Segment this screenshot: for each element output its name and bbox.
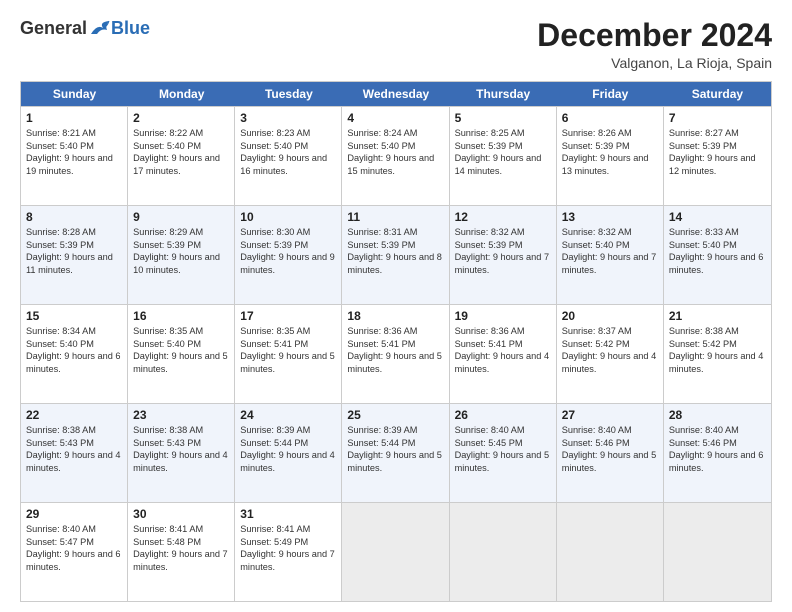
day-18: 18Sunrise: 8:36 AMSunset: 5:41 PMDayligh… [342,305,449,403]
header-thursday: Thursday [450,82,557,106]
day-9: 9Sunrise: 8:29 AMSunset: 5:39 PMDaylight… [128,206,235,304]
header-monday: Monday [128,82,235,106]
day-31: 31Sunrise: 8:41 AMSunset: 5:49 PMDayligh… [235,503,342,601]
header-friday: Friday [557,82,664,106]
day-5: 5Sunrise: 8:25 AMSunset: 5:39 PMDaylight… [450,107,557,205]
day-22: 22Sunrise: 8:38 AMSunset: 5:43 PMDayligh… [21,404,128,502]
day-24: 24Sunrise: 8:39 AMSunset: 5:44 PMDayligh… [235,404,342,502]
day-10: 10Sunrise: 8:30 AMSunset: 5:39 PMDayligh… [235,206,342,304]
day-14: 14Sunrise: 8:33 AMSunset: 5:40 PMDayligh… [664,206,771,304]
day-12: 12Sunrise: 8:32 AMSunset: 5:39 PMDayligh… [450,206,557,304]
day-8: 8Sunrise: 8:28 AMSunset: 5:39 PMDaylight… [21,206,128,304]
day-4: 4Sunrise: 8:24 AMSunset: 5:40 PMDaylight… [342,107,449,205]
day-27: 27Sunrise: 8:40 AMSunset: 5:46 PMDayligh… [557,404,664,502]
day-6: 6Sunrise: 8:26 AMSunset: 5:39 PMDaylight… [557,107,664,205]
day-7: 7Sunrise: 8:27 AMSunset: 5:39 PMDaylight… [664,107,771,205]
calendar-header: Sunday Monday Tuesday Wednesday Thursday… [21,82,771,106]
day-3: 3Sunrise: 8:23 AMSunset: 5:40 PMDaylight… [235,107,342,205]
day-30: 30Sunrise: 8:41 AMSunset: 5:48 PMDayligh… [128,503,235,601]
month-title: December 2024 [537,18,772,53]
logo-bird-icon [89,20,111,38]
day-1: 1Sunrise: 8:21 AMSunset: 5:40 PMDaylight… [21,107,128,205]
calendar-row-4: 22Sunrise: 8:38 AMSunset: 5:43 PMDayligh… [21,403,771,502]
day-26: 26Sunrise: 8:40 AMSunset: 5:45 PMDayligh… [450,404,557,502]
title-block: December 2024 Valganon, La Rioja, Spain [537,18,772,71]
logo: General Blue [20,18,150,39]
empty-cell-3 [557,503,664,601]
day-28: 28Sunrise: 8:40 AMSunset: 5:46 PMDayligh… [664,404,771,502]
location: Valganon, La Rioja, Spain [537,55,772,71]
day-23: 23Sunrise: 8:38 AMSunset: 5:43 PMDayligh… [128,404,235,502]
logo-blue-text: Blue [111,18,150,39]
logo-general-text: General [20,18,87,39]
calendar-row-2: 8Sunrise: 8:28 AMSunset: 5:39 PMDaylight… [21,205,771,304]
calendar-row-3: 15Sunrise: 8:34 AMSunset: 5:40 PMDayligh… [21,304,771,403]
day-29: 29Sunrise: 8:40 AMSunset: 5:47 PMDayligh… [21,503,128,601]
empty-cell-4 [664,503,771,601]
day-20: 20Sunrise: 8:37 AMSunset: 5:42 PMDayligh… [557,305,664,403]
empty-cell-2 [450,503,557,601]
day-21: 21Sunrise: 8:38 AMSunset: 5:42 PMDayligh… [664,305,771,403]
day-15: 15Sunrise: 8:34 AMSunset: 5:40 PMDayligh… [21,305,128,403]
calendar: Sunday Monday Tuesday Wednesday Thursday… [20,81,772,602]
header-wednesday: Wednesday [342,82,449,106]
day-13: 13Sunrise: 8:32 AMSunset: 5:40 PMDayligh… [557,206,664,304]
calendar-row-1: 1Sunrise: 8:21 AMSunset: 5:40 PMDaylight… [21,106,771,205]
empty-cell-1 [342,503,449,601]
header-sunday: Sunday [21,82,128,106]
header-saturday: Saturday [664,82,771,106]
page: General Blue December 2024 Valganon, La … [0,0,792,612]
header: General Blue December 2024 Valganon, La … [20,18,772,71]
day-19: 19Sunrise: 8:36 AMSunset: 5:41 PMDayligh… [450,305,557,403]
day-2: 2Sunrise: 8:22 AMSunset: 5:40 PMDaylight… [128,107,235,205]
day-11: 11Sunrise: 8:31 AMSunset: 5:39 PMDayligh… [342,206,449,304]
day-16: 16Sunrise: 8:35 AMSunset: 5:40 PMDayligh… [128,305,235,403]
header-tuesday: Tuesday [235,82,342,106]
calendar-body: 1Sunrise: 8:21 AMSunset: 5:40 PMDaylight… [21,106,771,601]
day-25: 25Sunrise: 8:39 AMSunset: 5:44 PMDayligh… [342,404,449,502]
calendar-row-5: 29Sunrise: 8:40 AMSunset: 5:47 PMDayligh… [21,502,771,601]
day-17: 17Sunrise: 8:35 AMSunset: 5:41 PMDayligh… [235,305,342,403]
